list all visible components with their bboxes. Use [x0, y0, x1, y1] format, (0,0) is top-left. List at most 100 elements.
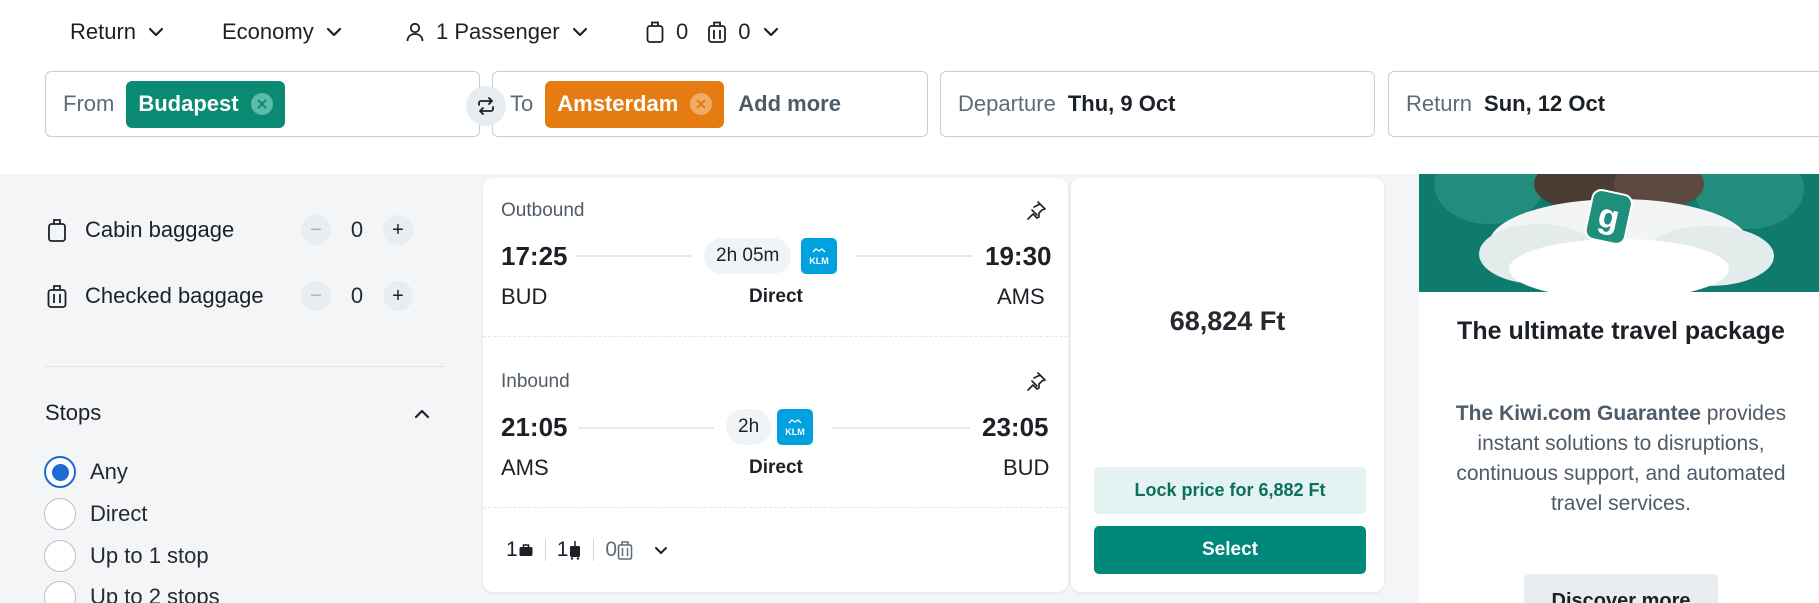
included-bags[interactable]: 1 1 0 [506, 537, 669, 563]
total-price: 68,824 Ft [1169, 306, 1286, 336]
passengers-label: 1 Passenger [436, 19, 560, 44]
return-label: Return [1406, 91, 1473, 116]
route-line [855, 255, 973, 257]
chevron-down-icon [326, 27, 341, 37]
search-header: Return Economy 1 Passenger 0 0 From Buda… [0, 0, 1819, 174]
stops-filter-title[interactable]: Stops [45, 400, 101, 426]
cabin-decrease-button[interactable]: − [301, 215, 331, 245]
discover-more-button[interactable]: Discover more [1524, 574, 1718, 603]
inbound-stops: Direct [749, 457, 803, 478]
passengers-dropdown[interactable]: 1 Passenger [404, 14, 590, 50]
promo-description: The Kiwi.com Guarantee provides instant … [1454, 399, 1788, 519]
trip-type-label: Return [70, 19, 137, 44]
stops-option-2-stops[interactable]: Up to 2 stops [44, 581, 220, 603]
personal-item-count: 1 [506, 538, 518, 561]
cabin-bag-count: 1 [556, 538, 569, 561]
inbound-label: Inbound [501, 371, 570, 392]
swap-icon [478, 97, 494, 115]
chevron-down-icon [148, 27, 164, 37]
cabin-class-dropdown[interactable]: Economy [222, 14, 344, 50]
filter-divider [45, 366, 445, 367]
to-label: To [510, 91, 534, 116]
checked-increase-button[interactable]: + [383, 281, 413, 311]
from-field[interactable]: From Budapest [45, 71, 480, 137]
lock-price-button[interactable]: Lock price for 6,882 Ft [1094, 467, 1366, 514]
checked-baggage-count: 0 [350, 283, 364, 308]
checked-decrease-button[interactable]: − [301, 281, 331, 311]
checked-bags-count: 0 [738, 19, 751, 44]
chevron-up-icon[interactable] [412, 404, 432, 424]
person-icon [406, 22, 424, 42]
cabin-bag-icon [646, 21, 664, 43]
add-more-destinations[interactable]: Add more [738, 91, 841, 117]
checked-baggage-label: Checked baggage [85, 283, 264, 308]
outbound-duration: 2h 05m [704, 238, 792, 274]
trip-type-dropdown[interactable]: Return [70, 14, 166, 50]
cabin-baggage-count: 0 [350, 217, 364, 242]
svg-text:KLM: KLM [809, 256, 829, 266]
departure-date-field[interactable]: Departure Thu, 9 Oct [940, 71, 1375, 137]
checked-baggage-filter: Checked baggage − 0 + [45, 276, 413, 316]
pin-icon[interactable] [1025, 371, 1047, 393]
separator [593, 539, 595, 561]
cabin-baggage-label: Cabin baggage [85, 217, 235, 242]
departure-value: Thu, 9 Oct [1067, 91, 1176, 116]
outbound-depart-time: 17:25 [501, 241, 568, 271]
guarantee-promo: g [1419, 174, 1819, 603]
chevron-down-icon [763, 27, 778, 37]
radio[interactable] [44, 581, 76, 603]
cabin-bag-icon [570, 541, 581, 560]
svg-text:KLM: KLM [785, 427, 805, 437]
stops-option-1-stop[interactable]: Up to 1 stop [44, 540, 209, 572]
promo-title: The ultimate travel package [1457, 317, 1785, 345]
outbound-arrive-time: 19:30 [985, 241, 1052, 271]
cabin-baggage-filter: Cabin baggage − 0 + [45, 210, 413, 250]
klm-logo-icon: KLM [801, 238, 837, 274]
chevron-down-icon[interactable] [653, 542, 669, 558]
inbound-from-code: AMS [501, 455, 549, 480]
chevron-down-icon [572, 27, 587, 37]
radio-selected[interactable] [44, 456, 76, 488]
remove-to-icon[interactable] [690, 93, 713, 115]
stops-option-label: Up to 2 stops [90, 584, 220, 603]
separator [544, 539, 546, 561]
stops-option-any[interactable]: Any [44, 456, 128, 488]
select-flight-button[interactable]: Select [1094, 526, 1366, 574]
to-chip-label: Amsterdam [557, 91, 679, 116]
outbound-from-code: BUD [501, 284, 548, 309]
outbound-to-code: AMS [997, 284, 1045, 309]
to-field[interactable]: To Amsterdam Add more [492, 71, 928, 137]
pin-icon[interactable] [1025, 200, 1047, 222]
to-chip: Amsterdam [545, 80, 725, 128]
checked-bag-icon [708, 21, 727, 43]
stops-option-label: Up to 1 stop [90, 543, 209, 568]
inbound-arrive-time: 23:05 [982, 412, 1049, 442]
cabin-class-label: Economy [222, 19, 314, 44]
stops-option-direct[interactable]: Direct [44, 498, 147, 530]
from-chip: Budapest [126, 80, 285, 128]
route-line [578, 427, 714, 429]
klm-logo-icon: KLM [777, 409, 813, 445]
inbound-depart-time: 21:05 [501, 412, 568, 442]
segment-divider [483, 336, 1068, 337]
route-line [575, 255, 691, 257]
route-line [832, 427, 970, 429]
cabin-increase-button[interactable]: + [383, 215, 413, 245]
radio[interactable] [44, 498, 76, 530]
return-date-field[interactable]: Return Sun, 12 Oct [1388, 71, 1819, 137]
inbound-to-code: BUD [1003, 455, 1050, 480]
radio[interactable] [44, 540, 76, 572]
bags-dropdown[interactable]: 0 0 [644, 14, 781, 50]
departure-label: Departure [958, 91, 1056, 116]
remove-from-icon[interactable] [250, 93, 273, 115]
cabin-bag-icon [48, 219, 66, 242]
swap-locations-button[interactable] [466, 86, 506, 126]
promo-text-bold: The Kiwi.com Guarantee [1455, 402, 1701, 425]
cabin-bags-count: 0 [676, 19, 689, 44]
stops-option-label: Direct [90, 501, 148, 526]
segment-divider [483, 507, 1068, 508]
from-chip-label: Budapest [138, 91, 239, 116]
outbound-stops: Direct [749, 286, 803, 307]
checked-bag-icon [47, 285, 67, 308]
inbound-duration: 2h [726, 409, 772, 445]
